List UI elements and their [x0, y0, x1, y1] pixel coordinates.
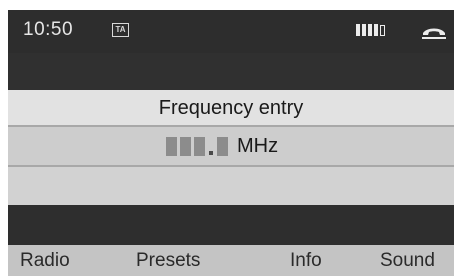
softkey-presets[interactable]: Presets: [136, 250, 200, 272]
decimal-point: [209, 151, 213, 155]
softkey-radio[interactable]: Radio: [20, 250, 70, 272]
frequency-input[interactable]: MHz: [166, 136, 278, 156]
softkey-bar: Radio Presets Info Sound: [8, 245, 454, 276]
signal-bar: [368, 24, 372, 36]
empty-row: [8, 167, 454, 205]
signal-strength-icon: [356, 24, 385, 36]
lower-band: [8, 205, 454, 245]
frequency-unit: MHz: [237, 135, 279, 157]
phone-hangup-icon: [422, 28, 446, 39]
status-bar: 10:50 TA: [8, 10, 454, 53]
softkey-sound[interactable]: Sound: [380, 250, 435, 272]
softkey-info[interactable]: Info: [290, 250, 322, 272]
digit-slot: [180, 137, 191, 156]
traffic-announcement-icon: TA: [112, 23, 129, 37]
signal-bar-empty: [380, 25, 385, 36]
dialog-title-row: Frequency entry: [8, 90, 454, 127]
signal-bar: [356, 24, 360, 36]
digit-slot: [166, 137, 177, 156]
clock: 10:50: [23, 19, 74, 40]
digit-slot: [194, 137, 205, 156]
frequency-input-row[interactable]: MHz: [8, 127, 454, 167]
digit-slot: [217, 137, 228, 156]
header-band: [8, 53, 454, 90]
signal-bar: [362, 24, 366, 36]
frequency-entry-panel: Frequency entry MHz: [8, 90, 454, 205]
dialog-title: Frequency entry: [158, 97, 304, 119]
head-unit-screen: 10:50 TA Frequency entry MHz Radio Prese…: [8, 10, 454, 276]
signal-bar: [374, 24, 378, 36]
